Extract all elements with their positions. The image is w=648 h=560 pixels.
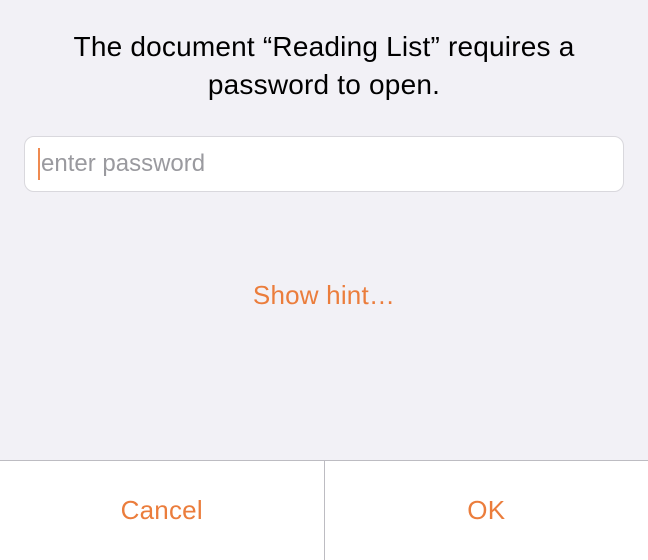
show-hint-button[interactable]: Show hint… xyxy=(253,280,395,311)
password-dialog-body: The document “Reading List” requires a p… xyxy=(0,0,648,460)
ok-button[interactable]: OK xyxy=(324,461,648,560)
dialog-title: The document “Reading List” requires a p… xyxy=(24,28,624,104)
password-input-wrap xyxy=(24,136,624,192)
text-cursor xyxy=(38,148,40,180)
password-input[interactable] xyxy=(24,136,624,192)
dialog-button-row: Cancel OK xyxy=(0,460,648,560)
hint-area: Show hint… xyxy=(24,192,624,460)
cancel-button[interactable]: Cancel xyxy=(0,461,324,560)
